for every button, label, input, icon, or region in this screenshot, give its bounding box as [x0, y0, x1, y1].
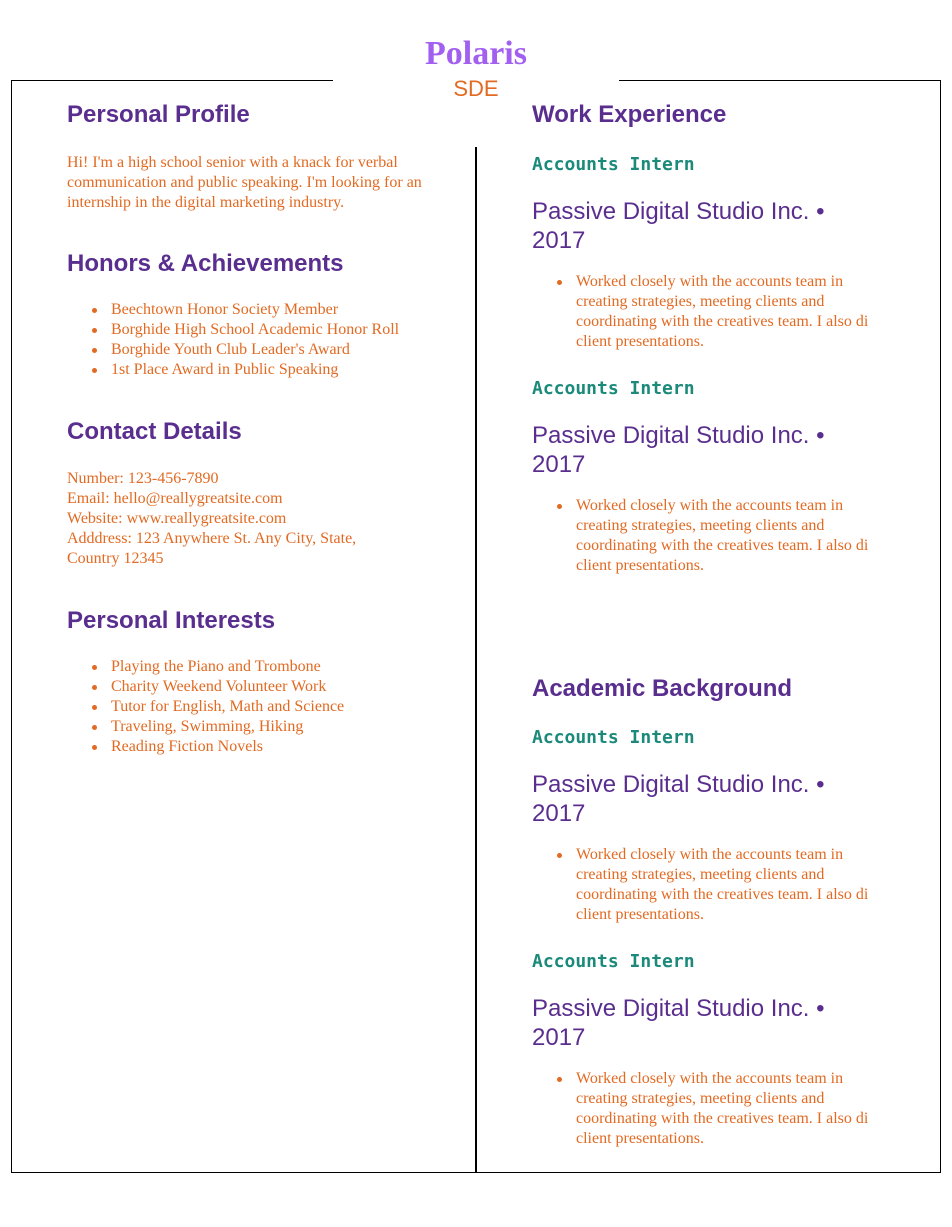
list-item: 1st Place Award in Public Speaking [92, 360, 437, 380]
person-role: SDE [453, 76, 499, 101]
person-name: Polaris [425, 35, 527, 72]
list-item: Beechtown Honor Society Member [92, 300, 437, 320]
contact-lines: Number: 123-456-7890 Email: hello@really… [67, 469, 397, 569]
work-entry: Accounts Intern Passive Digital Studio I… [532, 153, 892, 352]
job-bullets: Worked closely with the accounts team in… [532, 496, 876, 576]
honors-list: Beechtown Honor Society Member Borghide … [67, 300, 437, 380]
resume-header: Polaris SDE [333, 30, 619, 102]
interests-list: Playing the Piano and Trombone Charity W… [67, 657, 437, 757]
contact-section: Contact Details Number: 123-456-7890 Ema… [67, 417, 437, 569]
contact-number: Number: 123-456-7890 [67, 470, 219, 487]
honors-section: Honors & Achievements Beechtown Honor So… [67, 249, 437, 380]
column-divider [475, 147, 477, 1172]
company-year: Passive Digital Studio Inc. • 2017 [532, 198, 825, 254]
contact-website: Website: www.reallygreatsite.com [67, 510, 287, 527]
job-bullets: Worked closely with the accounts team in… [532, 1069, 876, 1149]
list-item: Traveling, Swimming, Hiking [92, 717, 437, 737]
company-year: Passive Digital Studio Inc. • 2017 [532, 771, 825, 827]
company-year: Passive Digital Studio Inc. • 2017 [532, 422, 825, 478]
job-title: Accounts Intern [532, 727, 695, 748]
interests-section: Personal Interests Playing the Piano and… [67, 606, 437, 757]
company-year: Passive Digital Studio Inc. • 2017 [532, 995, 825, 1051]
job-title: Accounts Intern [532, 951, 695, 972]
contact-heading: Contact Details [67, 418, 242, 445]
list-item: Borghide Youth Club Leader's Award [92, 340, 437, 360]
list-item: Borghide High School Academic Honor Roll [92, 320, 437, 340]
job-bullets: Worked closely with the accounts team in… [532, 272, 876, 352]
academic-entry: Accounts Intern Passive Digital Studio I… [532, 726, 892, 925]
academic-entry: Accounts Intern Passive Digital Studio I… [532, 950, 892, 1149]
list-item: Worked closely with the accounts team in… [557, 496, 876, 576]
list-item: Playing the Piano and Trombone [92, 657, 437, 677]
profile-text: Hi! I'm a high school senior with a knac… [67, 154, 422, 211]
profile-heading: Personal Profile [67, 101, 250, 128]
list-item: Worked closely with the accounts team in… [557, 845, 876, 925]
list-item: Tutor for English, Math and Science [92, 697, 437, 717]
work-entry: Accounts Intern Passive Digital Studio I… [532, 377, 892, 576]
profile-section: Personal Profile Hi! I'm a high school s… [67, 100, 437, 213]
contact-email: Email: hello@reallygreatsite.com [67, 490, 283, 507]
list-item: Worked closely with the accounts team in… [557, 1069, 876, 1149]
academic-heading: Academic Background [532, 675, 793, 702]
list-item: Reading Fiction Novels [92, 737, 437, 757]
contact-address: Adddress: 123 Anywhere St. Any City, Sta… [67, 530, 357, 567]
list-item: Worked closely with the accounts team in… [557, 272, 876, 352]
list-item: Charity Weekend Volunteer Work [92, 677, 437, 697]
job-bullets: Worked closely with the accounts team in… [532, 845, 876, 925]
job-title: Accounts Intern [532, 154, 695, 175]
job-title: Accounts Intern [532, 378, 695, 399]
honors-heading: Honors & Achievements [67, 250, 344, 277]
interests-heading: Personal Interests [67, 607, 276, 634]
work-heading: Work Experience [532, 101, 727, 128]
